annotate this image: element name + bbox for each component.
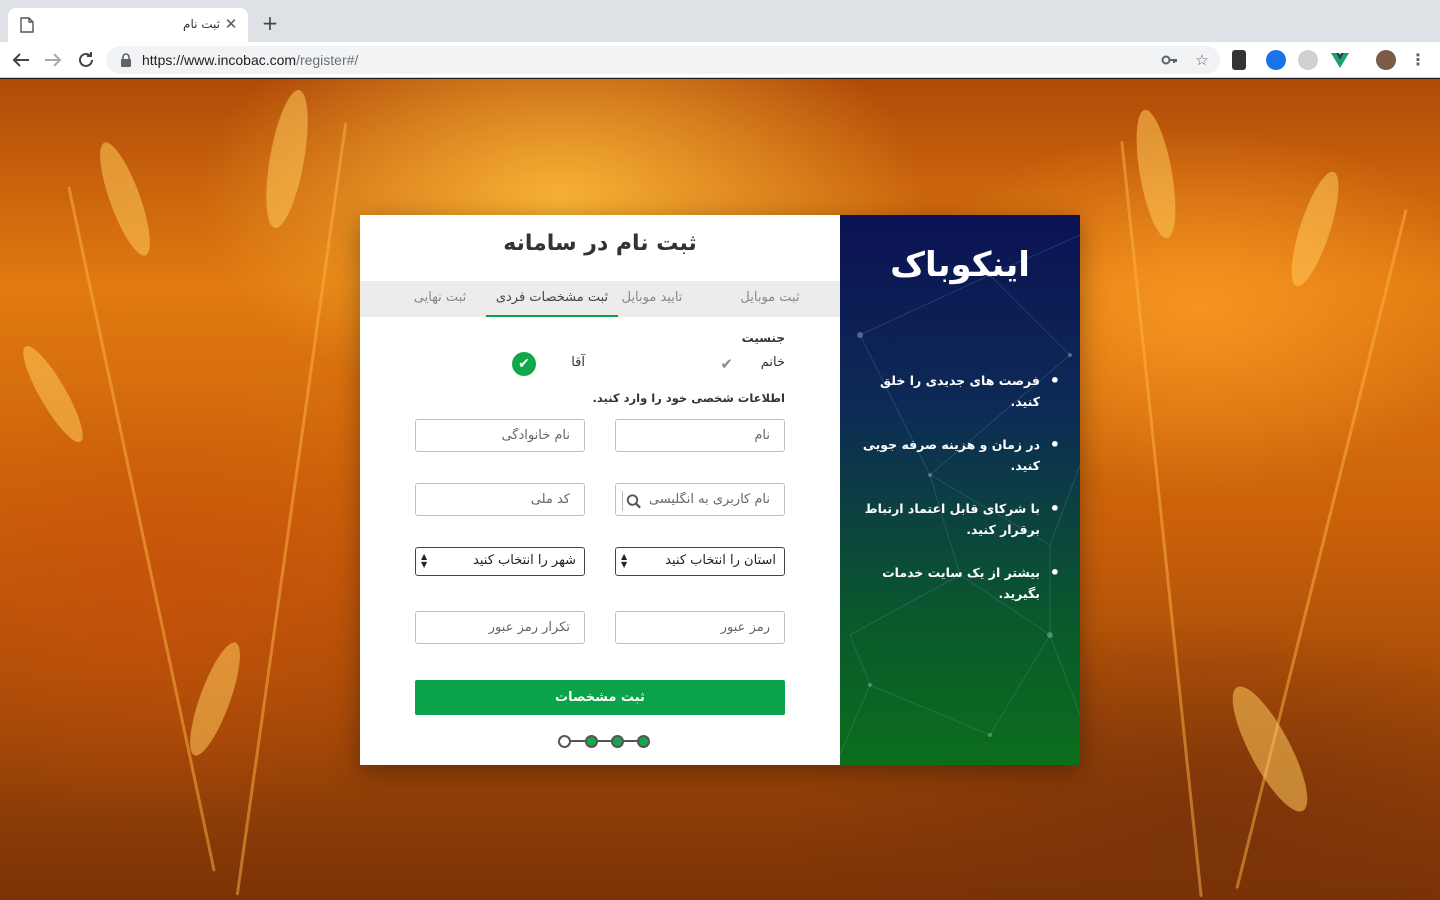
key-icon[interactable] [1160, 50, 1180, 70]
browser-tab[interactable]: ثبت نام ✕ [8, 8, 248, 42]
list-item: با شرکای قابل اعتماد ارتباط برقرار کنید. [860, 498, 1060, 540]
first-name-field[interactable] [615, 419, 785, 452]
tab-mobile-register[interactable]: ثبت موبایل [715, 281, 825, 317]
last-name-field[interactable] [415, 419, 585, 452]
tab-final[interactable]: ثبت نهایی [395, 281, 485, 317]
wheat-stalk-decoration [1120, 140, 1203, 898]
browser-tabstrip: ثبت نام ✕ + [0, 0, 1440, 42]
password-repeat-field[interactable] [415, 611, 585, 644]
steps-bar: ثبت موبایل تایید موبایل ثبت مشخصات فردی … [360, 281, 840, 317]
lock-icon [121, 53, 131, 67]
wheat-head-decoration [258, 87, 316, 231]
username-field[interactable] [615, 483, 785, 516]
wheat-stalk-decoration [1235, 209, 1408, 889]
personal-info-label: اطلاعات شخصی خود را وارد کنید. [592, 391, 785, 405]
gender-label: جنسیت [741, 331, 785, 345]
back-icon[interactable] [9, 48, 33, 72]
list-item: در زمان و هزینه صرفه جویی کنید. [860, 434, 1060, 476]
last-name-input[interactable] [416, 420, 584, 451]
gender-female-option[interactable]: خانم [761, 355, 785, 370]
bookmark-star-icon[interactable]: ☆ [1192, 50, 1212, 70]
wheat-stalk-decoration [67, 186, 216, 872]
password-input[interactable] [616, 612, 784, 643]
national-code-field[interactable] [415, 483, 585, 516]
national-code-input[interactable] [416, 484, 584, 515]
first-name-input[interactable] [616, 420, 784, 451]
forward-icon[interactable] [41, 48, 65, 72]
wheat-head-decoration [1282, 167, 1348, 291]
page-icon [20, 17, 34, 33]
tab-personal-info[interactable]: ثبت مشخصات فردی [486, 281, 618, 317]
wheat-head-decoration [1219, 677, 1321, 821]
wheat-head-decoration [90, 137, 160, 261]
wheat-head-decoration [14, 339, 92, 449]
url-path: /register#/ [296, 52, 359, 68]
browser-toolbar: https://www.incobac.com/register#/ ☆ ⋮ [0, 42, 1440, 78]
wheat-head-decoration [1128, 107, 1184, 241]
reload-icon[interactable] [74, 48, 98, 72]
step-progress [558, 733, 654, 749]
new-tab-button[interactable]: + [258, 12, 282, 36]
tab-title: ثبت نام [183, 17, 220, 31]
page-title: ثبت نام در سامانه [503, 231, 697, 256]
register-card: ثبت نام در سامانه ثبت موبایل تایید موبای… [360, 215, 1080, 765]
progress-dot [558, 735, 571, 748]
city-select-value: شهر را انتخاب کنید [473, 553, 576, 568]
close-icon[interactable]: ✕ [222, 15, 240, 33]
extension-phone-icon[interactable] [1232, 50, 1246, 70]
check-selected-icon[interactable]: ✔ [512, 352, 536, 376]
wheat-stalk-decoration [235, 122, 348, 896]
city-select[interactable]: شهر را انتخاب کنید ▲ ▼ [415, 547, 585, 576]
extension-vue-icon[interactable] [1330, 50, 1350, 70]
url-text: https://www.incobac.com/register#/ [142, 52, 358, 68]
brand-logo-text: اینکوباک [890, 245, 1030, 285]
password-field[interactable] [615, 611, 785, 644]
province-select[interactable]: استان را انتخاب کنید ▲ ▼ [615, 547, 785, 576]
password-repeat-input[interactable] [416, 612, 584, 643]
check-icon[interactable]: ✔ [720, 355, 733, 373]
gender-male-option[interactable]: آقا [571, 355, 585, 370]
brand-panel: اینکوباک فرصت های جدیدی را خلق کنید. در … [840, 215, 1080, 765]
chevron-up-down-icon: ▲ ▼ [621, 552, 628, 569]
list-item: بیشتر از یک سایت خدمات بگیرید. [860, 562, 1060, 604]
url-host: https://www.incobac.com [142, 52, 297, 68]
progress-dot [637, 735, 650, 748]
progress-dot [585, 735, 598, 748]
address-bar[interactable]: https://www.incobac.com/register#/ ☆ [106, 46, 1220, 74]
feature-list: فرصت های جدیدی را خلق کنید. در زمان و هز… [860, 370, 1060, 626]
form-panel: ثبت نام در سامانه ثبت موبایل تایید موبای… [360, 215, 840, 765]
submit-button[interactable]: ثبت مشخصات [415, 680, 785, 715]
avatar[interactable] [1376, 50, 1396, 70]
menu-icon[interactable]: ⋮ [1406, 48, 1430, 72]
wheat-head-decoration [180, 637, 250, 761]
extension-blue-icon[interactable] [1266, 50, 1286, 70]
extension-gray-icon[interactable] [1298, 50, 1318, 70]
progress-dot [611, 735, 624, 748]
chevron-up-down-icon: ▲ ▼ [421, 552, 428, 569]
progress-line [564, 740, 644, 742]
search-icon[interactable] [622, 491, 642, 511]
province-select-value: استان را انتخاب کنید [665, 553, 776, 568]
list-item: فرصت های جدیدی را خلق کنید. [860, 370, 1060, 412]
